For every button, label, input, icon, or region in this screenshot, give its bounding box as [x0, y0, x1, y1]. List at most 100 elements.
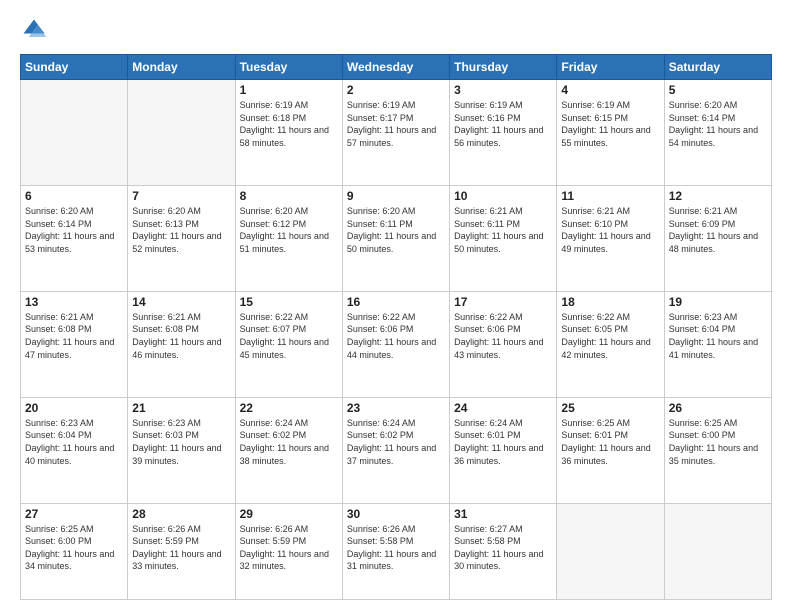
day-info: Sunrise: 6:22 AM Sunset: 6:06 PM Dayligh… [454, 311, 552, 361]
calendar-cell: 26 Sunrise: 6:25 AM Sunset: 6:00 PM Dayli… [664, 397, 771, 503]
day-number: 9 [347, 189, 445, 203]
calendar-cell: 21 Sunrise: 6:23 AM Sunset: 6:03 PM Dayli… [128, 397, 235, 503]
col-monday: Monday [128, 55, 235, 80]
day-number: 26 [669, 401, 767, 415]
day-number: 21 [132, 401, 230, 415]
calendar-cell: 2 Sunrise: 6:19 AM Sunset: 6:17 PM Daylig… [342, 80, 449, 186]
day-info: Sunrise: 6:19 AM Sunset: 6:15 PM Dayligh… [561, 99, 659, 149]
day-info: Sunrise: 6:23 AM Sunset: 6:04 PM Dayligh… [669, 311, 767, 361]
day-number: 6 [25, 189, 123, 203]
calendar-cell: 11 Sunrise: 6:21 AM Sunset: 6:10 PM Dayli… [557, 185, 664, 291]
day-number: 22 [240, 401, 338, 415]
day-info: Sunrise: 6:21 AM Sunset: 6:09 PM Dayligh… [669, 205, 767, 255]
calendar-cell [21, 80, 128, 186]
day-info: Sunrise: 6:24 AM Sunset: 6:01 PM Dayligh… [454, 417, 552, 467]
calendar-cell: 16 Sunrise: 6:22 AM Sunset: 6:06 PM Dayli… [342, 291, 449, 397]
day-info: Sunrise: 6:21 AM Sunset: 6:08 PM Dayligh… [132, 311, 230, 361]
day-number: 18 [561, 295, 659, 309]
logo-icon [20, 16, 48, 44]
day-info: Sunrise: 6:21 AM Sunset: 6:10 PM Dayligh… [561, 205, 659, 255]
day-info: Sunrise: 6:23 AM Sunset: 6:03 PM Dayligh… [132, 417, 230, 467]
day-info: Sunrise: 6:22 AM Sunset: 6:05 PM Dayligh… [561, 311, 659, 361]
calendar-cell: 24 Sunrise: 6:24 AM Sunset: 6:01 PM Dayli… [450, 397, 557, 503]
calendar-week-1: 1 Sunrise: 6:19 AM Sunset: 6:18 PM Daylig… [21, 80, 772, 186]
day-number: 10 [454, 189, 552, 203]
calendar-cell: 5 Sunrise: 6:20 AM Sunset: 6:14 PM Daylig… [664, 80, 771, 186]
day-info: Sunrise: 6:26 AM Sunset: 5:58 PM Dayligh… [347, 523, 445, 573]
day-number: 11 [561, 189, 659, 203]
calendar-week-2: 6 Sunrise: 6:20 AM Sunset: 6:14 PM Daylig… [21, 185, 772, 291]
day-number: 15 [240, 295, 338, 309]
calendar-cell: 14 Sunrise: 6:21 AM Sunset: 6:08 PM Dayli… [128, 291, 235, 397]
day-number: 27 [25, 507, 123, 521]
col-tuesday: Tuesday [235, 55, 342, 80]
calendar-week-5: 27 Sunrise: 6:25 AM Sunset: 6:00 PM Dayli… [21, 503, 772, 599]
day-info: Sunrise: 6:26 AM Sunset: 5:59 PM Dayligh… [240, 523, 338, 573]
day-number: 13 [25, 295, 123, 309]
day-info: Sunrise: 6:24 AM Sunset: 6:02 PM Dayligh… [240, 417, 338, 467]
day-number: 4 [561, 83, 659, 97]
day-number: 19 [669, 295, 767, 309]
day-info: Sunrise: 6:19 AM Sunset: 6:18 PM Dayligh… [240, 99, 338, 149]
calendar-cell: 13Sunrise: 6:21 AM Sunset: 6:08 PM Dayli… [21, 291, 128, 397]
day-info: Sunrise: 6:20 AM Sunset: 6:14 PM Dayligh… [25, 205, 123, 255]
day-number: 24 [454, 401, 552, 415]
day-info: Sunrise: 6:22 AM Sunset: 6:07 PM Dayligh… [240, 311, 338, 361]
calendar-cell: 10Sunrise: 6:21 AM Sunset: 6:11 PM Dayli… [450, 185, 557, 291]
day-number: 29 [240, 507, 338, 521]
col-wednesday: Wednesday [342, 55, 449, 80]
calendar-cell: 9 Sunrise: 6:20 AM Sunset: 6:11 PM Daylig… [342, 185, 449, 291]
calendar-cell [128, 80, 235, 186]
calendar-cell: 7 Sunrise: 6:20 AM Sunset: 6:13 PM Daylig… [128, 185, 235, 291]
day-info: Sunrise: 6:25 AM Sunset: 6:00 PM Dayligh… [25, 523, 123, 573]
day-number: 23 [347, 401, 445, 415]
calendar-header-row: Sunday Monday Tuesday Wednesday Thursday… [21, 55, 772, 80]
day-number: 31 [454, 507, 552, 521]
day-number: 30 [347, 507, 445, 521]
day-info: Sunrise: 6:26 AM Sunset: 5:59 PM Dayligh… [132, 523, 230, 573]
day-info: Sunrise: 6:24 AM Sunset: 6:02 PM Dayligh… [347, 417, 445, 467]
calendar-cell: 30 Sunrise: 6:26 AM Sunset: 5:58 PM Dayli… [342, 503, 449, 599]
calendar-cell: 4 Sunrise: 6:19 AM Sunset: 6:15 PM Daylig… [557, 80, 664, 186]
calendar-week-3: 13 Sunrise: 6:21 AM Sunset: 6:08 PM Dayli… [21, 291, 772, 397]
day-info: Sunrise: 6:20 AM Sunset: 6:14 PM Dayligh… [669, 99, 767, 149]
day-info: Sunrise: 6:20 AM Sunset: 6:12 PM Dayligh… [240, 205, 338, 255]
calendar-cell: 31 Sunrise: 6:27 AM Sunset: 5:58 PM Dayli… [450, 503, 557, 599]
day-info: Sunrise: 6:20 AM Sunset: 6:11 PM Dayligh… [347, 205, 445, 255]
day-number: 16 [347, 295, 445, 309]
page: Sunday Monday Tuesday Wednesday Thursday… [0, 0, 792, 612]
calendar-cell [664, 503, 771, 599]
calendar-cell: 1 Sunrise: 6:19 AM Sunset: 6:18 PM Daylig… [235, 80, 342, 186]
day-number: 5 [669, 83, 767, 97]
calendar-cell: 15 Sunrise: 6:22 AM Sunset: 6:07 PM Dayli… [235, 291, 342, 397]
day-number: 7 [132, 189, 230, 203]
calendar-cell: 6 Sunrise: 6:20 AM Sunset: 6:14 PM Daylig… [21, 185, 128, 291]
calendar-week-4: 20Sunrise: 6:23 AM Sunset: 6:04 PM Dayli… [21, 397, 772, 503]
col-saturday: Saturday [664, 55, 771, 80]
calendar-cell: 19 Sunrise: 6:23 AM Sunset: 6:04 PM Dayli… [664, 291, 771, 397]
day-info: Sunrise: 6:25 AM Sunset: 6:00 PM Dayligh… [669, 417, 767, 467]
day-number: 20 [25, 401, 123, 415]
calendar-cell: 8 Sunrise: 6:20 AM Sunset: 6:12 PM Daylig… [235, 185, 342, 291]
day-number: 14 [132, 295, 230, 309]
day-number: 2 [347, 83, 445, 97]
day-info: Sunrise: 6:19 AM Sunset: 6:17 PM Dayligh… [347, 99, 445, 149]
calendar-cell: 17 Sunrise: 6:22 AM Sunset: 6:06 PM Dayli… [450, 291, 557, 397]
calendar-cell: 29 Sunrise: 6:26 AM Sunset: 5:59 PM Dayli… [235, 503, 342, 599]
calendar-cell: 20Sunrise: 6:23 AM Sunset: 6:04 PM Dayli… [21, 397, 128, 503]
day-number: 28 [132, 507, 230, 521]
col-friday: Friday [557, 55, 664, 80]
day-number: 8 [240, 189, 338, 203]
calendar-table: Sunday Monday Tuesday Wednesday Thursday… [20, 54, 772, 600]
day-number: 1 [240, 83, 338, 97]
day-info: Sunrise: 6:20 AM Sunset: 6:13 PM Dayligh… [132, 205, 230, 255]
day-info: Sunrise: 6:22 AM Sunset: 6:06 PM Dayligh… [347, 311, 445, 361]
header [20, 16, 772, 44]
day-number: 25 [561, 401, 659, 415]
calendar-cell: 22 Sunrise: 6:24 AM Sunset: 6:02 PM Dayli… [235, 397, 342, 503]
day-number: 3 [454, 83, 552, 97]
day-info: Sunrise: 6:27 AM Sunset: 5:58 PM Dayligh… [454, 523, 552, 573]
day-number: 12 [669, 189, 767, 203]
day-number: 17 [454, 295, 552, 309]
day-info: Sunrise: 6:25 AM Sunset: 6:01 PM Dayligh… [561, 417, 659, 467]
